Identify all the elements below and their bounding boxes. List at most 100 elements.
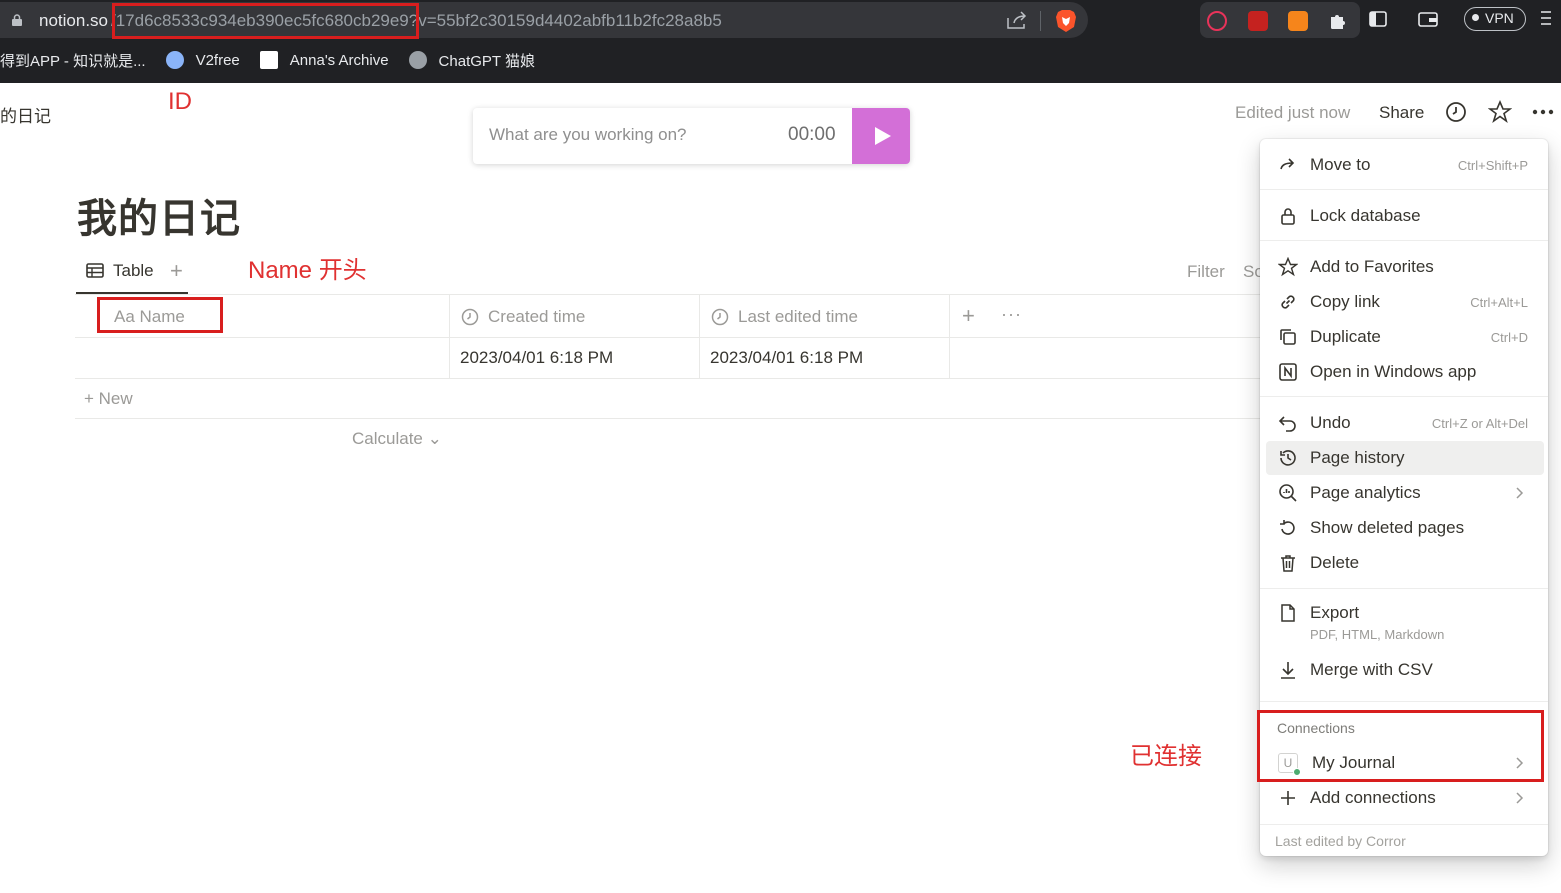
puzzle-icon[interactable]: [1328, 11, 1348, 31]
menu-item-label: Page analytics: [1310, 483, 1421, 502]
menu-item-label: Page history: [1310, 448, 1405, 467]
sidebar-icon[interactable]: [1369, 10, 1387, 28]
column-header-edited[interactable]: Last edited time: [711, 307, 858, 327]
lock-icon: [1281, 208, 1295, 225]
menu-item-shortcut: Ctrl+Z or Alt+Del: [1431, 416, 1528, 431]
share-button[interactable]: Share: [1379, 103, 1424, 129]
history-icon: [1280, 450, 1296, 466]
edited-status: Edited just now: [1235, 103, 1351, 122]
bookmark-label: Anna's Archive: [289, 51, 389, 69]
bookmarks-bar: 得到APP - 知识就是... V2free Anna's Archive Ch…: [0, 48, 555, 72]
menu-divider: [1260, 396, 1548, 397]
browser-menu-icon[interactable]: [1540, 9, 1552, 27]
more-properties-icon[interactable]: ···: [1001, 304, 1022, 325]
ublock-icon[interactable]: [1248, 11, 1268, 31]
breadcrumb[interactable]: 的日记: [0, 102, 51, 127]
add-property-button[interactable]: +: [962, 303, 975, 329]
column-divider: [449, 295, 450, 378]
menu-divider: [1260, 240, 1548, 241]
more-icon[interactable]: [1531, 100, 1555, 124]
menu-item-duplicate[interactable]: Duplicate Ctrl+D: [1260, 320, 1548, 354]
table-header-border: [75, 337, 1260, 338]
column-divider: [949, 295, 950, 378]
calculate-label: Calculate: [352, 429, 423, 448]
star-icon: [1278, 257, 1298, 277]
menu-item-label: Merge with CSV: [1310, 660, 1433, 679]
bookmark-label: 得到APP - 知识就是...: [0, 52, 146, 70]
annotation-connected: 已连接: [1130, 743, 1202, 770]
cell-edited-time[interactable]: 2023/04/01 6:18 PM: [710, 348, 863, 368]
view-tab-label: Table: [113, 261, 154, 280]
telegram-icon: [165, 51, 184, 69]
menu-item-export[interactable]: Export PDF, HTML, Markdown: [1260, 596, 1548, 650]
add-view-button[interactable]: +: [170, 258, 183, 284]
bookmark-annas-archive[interactable]: Anna's Archive: [259, 51, 389, 69]
bookmark-label: ChatGPT 猫娘: [438, 52, 535, 70]
trash-icon: [1281, 555, 1295, 572]
menu-item-open-windows-app[interactable]: Open in Windows app: [1260, 355, 1548, 389]
menu-item-add-connections[interactable]: Add connections: [1260, 781, 1548, 815]
globe-icon: [408, 51, 427, 69]
menu-divider: [1260, 824, 1548, 825]
column-divider: [699, 295, 700, 378]
connections-highlight-box: [1257, 710, 1544, 782]
table-top-border: [75, 294, 1260, 295]
bookmark-v2free[interactable]: V2free: [165, 51, 240, 69]
menu-item-add-to-favorites[interactable]: Add to Favorites: [1260, 250, 1548, 284]
menu-item-delete[interactable]: Delete: [1260, 546, 1548, 580]
bookmark-chatgpt[interactable]: ChatGPT 猫娘: [408, 50, 535, 71]
undo-icon: [1278, 416, 1296, 432]
extensions-bar: [1200, 2, 1360, 38]
filter-button[interactable]: Filter: [1187, 262, 1225, 282]
arrow-right-icon: [1280, 158, 1295, 170]
menu-item-undo[interactable]: Undo Ctrl+Z or Alt+Del: [1260, 406, 1548, 440]
link-icon: [1281, 295, 1295, 309]
cell-created-time[interactable]: 2023/04/01 6:18 PM: [460, 348, 613, 368]
column-header-label: Last edited time: [738, 307, 859, 326]
table-icon: [86, 263, 104, 278]
download-icon: [1281, 662, 1295, 679]
timer-task-input[interactable]: What are you working on?: [489, 125, 687, 145]
menu-item-merge-csv[interactable]: Merge with CSV: [1260, 653, 1548, 687]
calculate-button[interactable]: Calculate ⌄: [352, 429, 442, 449]
menu-item-label: Export: [1310, 603, 1360, 622]
last-edited-footer: Last edited by Corror: [1275, 833, 1406, 849]
column-header-created[interactable]: Created time: [461, 307, 585, 327]
menu-item-label: Copy link: [1310, 292, 1380, 311]
menu-item-show-deleted-pages[interactable]: Show deleted pages: [1260, 511, 1548, 545]
vpn-button[interactable]: VPN: [1464, 7, 1526, 31]
bookmark-dedao[interactable]: 得到APP - 知识就是...: [0, 50, 146, 71]
menu-item-lock-database[interactable]: Lock database: [1260, 199, 1548, 233]
metamask-icon[interactable]: [1288, 11, 1308, 31]
column-header-label: Created time: [488, 307, 586, 326]
restore-icon: [1280, 520, 1295, 535]
menu-divider: [1260, 701, 1548, 702]
clock-history-icon[interactable]: [1444, 100, 1468, 124]
brave-shield-icon[interactable]: [1055, 9, 1077, 33]
menu-item-copy-link[interactable]: Copy link Ctrl+Alt+L: [1260, 285, 1548, 319]
annotation-id: ID: [168, 88, 192, 115]
menu-item-label: Duplicate: [1310, 327, 1381, 346]
menu-item-shortcut: Ctrl+Shift+P: [1457, 158, 1528, 173]
analytics-icon: [1279, 484, 1297, 502]
menu-item-move-to[interactable]: Move to Ctrl+Shift+P: [1260, 148, 1548, 182]
menu-item-page-history[interactable]: Page history: [1266, 441, 1544, 475]
duplicate-icon: [1280, 329, 1296, 345]
menu-item-shortcut: Ctrl+D: [1490, 330, 1528, 345]
favorite-star-icon[interactable]: [1488, 100, 1512, 124]
menu-item-label: Undo: [1310, 413, 1351, 432]
menu-item-label: Move to: [1310, 155, 1371, 174]
clock-icon: [461, 308, 479, 326]
page-title[interactable]: 我的日记: [77, 186, 241, 244]
menu-item-label: Open in Windows app: [1310, 362, 1477, 381]
menu-item-label: Show deleted pages: [1310, 518, 1465, 537]
menu-item-page-analytics[interactable]: Page analytics: [1260, 476, 1548, 510]
record-extension-icon[interactable]: [1207, 11, 1227, 31]
new-row-button[interactable]: + New: [84, 389, 133, 409]
wallet-icon[interactable]: [1418, 10, 1438, 28]
menu-divider: [1260, 588, 1548, 589]
menu-item-label: Lock database: [1310, 206, 1421, 225]
timer-play-button[interactable]: [852, 108, 910, 164]
share-page-icon[interactable]: [1006, 10, 1028, 30]
lock-icon: [12, 14, 22, 26]
